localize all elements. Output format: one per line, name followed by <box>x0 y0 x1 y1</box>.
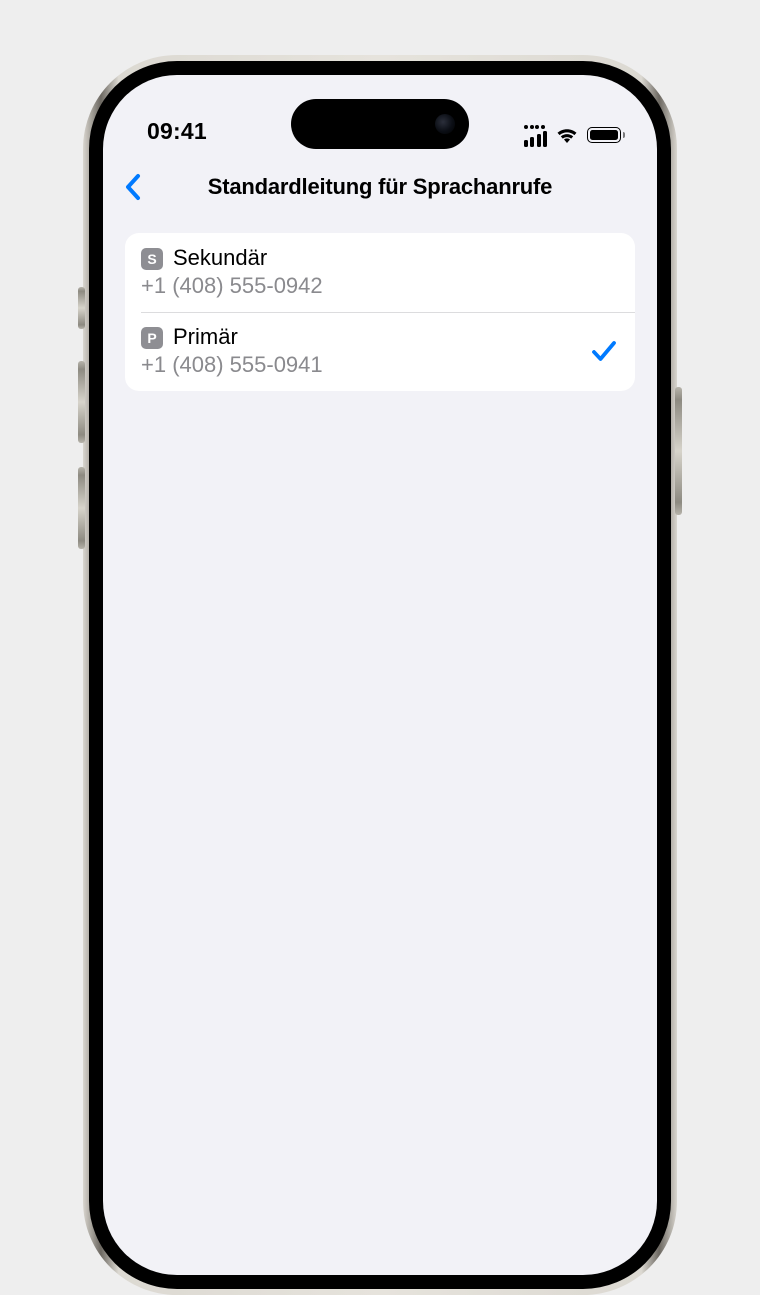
line-number: +1 (408) 555-0942 <box>141 272 619 300</box>
line-number: +1 (408) 555-0941 <box>141 351 589 379</box>
line-label: Sekundär <box>173 245 619 271</box>
action-button <box>78 287 85 329</box>
sim-badge-icon: P <box>141 327 163 349</box>
chevron-left-icon <box>124 173 142 201</box>
screen: 09:41 <box>103 75 657 1275</box>
back-button[interactable] <box>115 165 151 209</box>
dual-sim-signal-icon <box>524 123 547 147</box>
wifi-icon <box>555 126 579 144</box>
navigation-bar: Standardleitung für Sprachanrufe <box>103 157 657 217</box>
line-label: Primär <box>173 324 589 350</box>
line-selection-list: S Sekundär +1 (408) 555-0942 P Primär +1… <box>125 233 635 391</box>
sim-badge-icon: S <box>141 248 163 270</box>
line-option-secondary[interactable]: S Sekundär +1 (408) 555-0942 <box>125 233 635 312</box>
status-time: 09:41 <box>147 118 207 147</box>
page-title: Standardleitung für Sprachanrufe <box>208 174 552 200</box>
side-button <box>675 387 682 515</box>
battery-icon <box>587 127 621 143</box>
checkmark-icon <box>589 336 619 366</box>
status-icons <box>524 123 621 147</box>
dynamic-island <box>291 99 469 149</box>
iphone-device-frame: 09:41 <box>83 55 677 1295</box>
volume-down-button <box>78 467 85 549</box>
volume-up-button <box>78 361 85 443</box>
line-option-primary[interactable]: P Primär +1 (408) 555-0941 <box>125 312 635 391</box>
